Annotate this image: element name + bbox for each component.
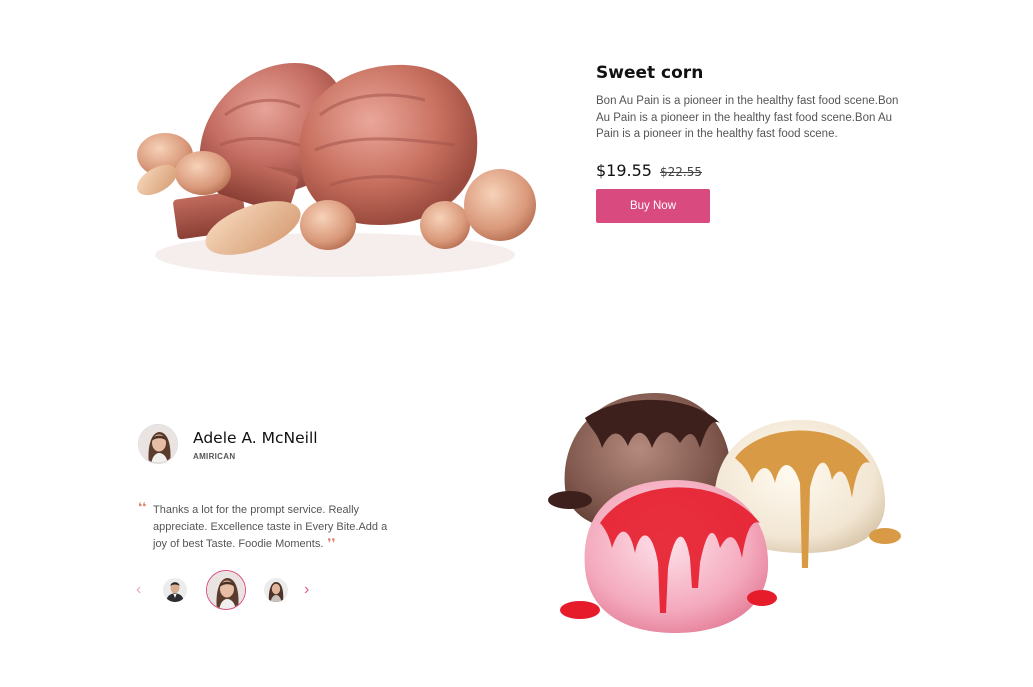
price-old: $22.55 <box>659 164 702 179</box>
ice-cream-scoops-image <box>540 388 910 643</box>
thumb-woman-portrait-2[interactable] <box>264 578 288 602</box>
product-description: Bon Au Pain is a pioneer in the healthy … <box>596 95 899 140</box>
quote-block: ❛❛ Thanks a lot for the prompt service. … <box>138 500 388 553</box>
avatar <box>138 424 178 464</box>
quote-text: Thanks a lot for the prompt service. Rea… <box>153 502 388 553</box>
thumb-woman-portrait-active[interactable] <box>206 570 246 610</box>
chevron-left-icon[interactable]: ‹ <box>136 580 141 600</box>
quote-open-icon: ❛❛ <box>138 500 147 514</box>
testimonial-slider: ‹ › <box>136 570 326 610</box>
testimonial: Adele A. McNeill AMIRICAN ❛❛ Thanks a lo… <box>138 424 398 553</box>
author-row: Adele A. McNeill AMIRICAN <box>138 424 398 464</box>
product-info: Sweet corn Bon Au Pain is a pioneer in t… <box>596 62 916 223</box>
author-name: Adele A. McNeill <box>193 428 318 447</box>
product-image <box>135 55 540 280</box>
quote-body: Thanks a lot for the prompt service. Rea… <box>153 504 388 550</box>
chevron-right-icon[interactable]: › <box>304 580 309 600</box>
product-title: Sweet corn <box>596 63 704 83</box>
price-current: $19.55 <box>596 160 652 180</box>
thumb-man-portrait[interactable] <box>163 578 187 602</box>
author-origin: AMIRICAN <box>193 451 236 461</box>
quote-close-icon: ❜❜ <box>327 536 336 550</box>
buy-now-button[interactable]: Buy Now <box>596 188 710 223</box>
author-text: Adele A. McNeill AMIRICAN <box>193 428 318 461</box>
price-row: $19.55 $22.55 <box>596 161 916 180</box>
